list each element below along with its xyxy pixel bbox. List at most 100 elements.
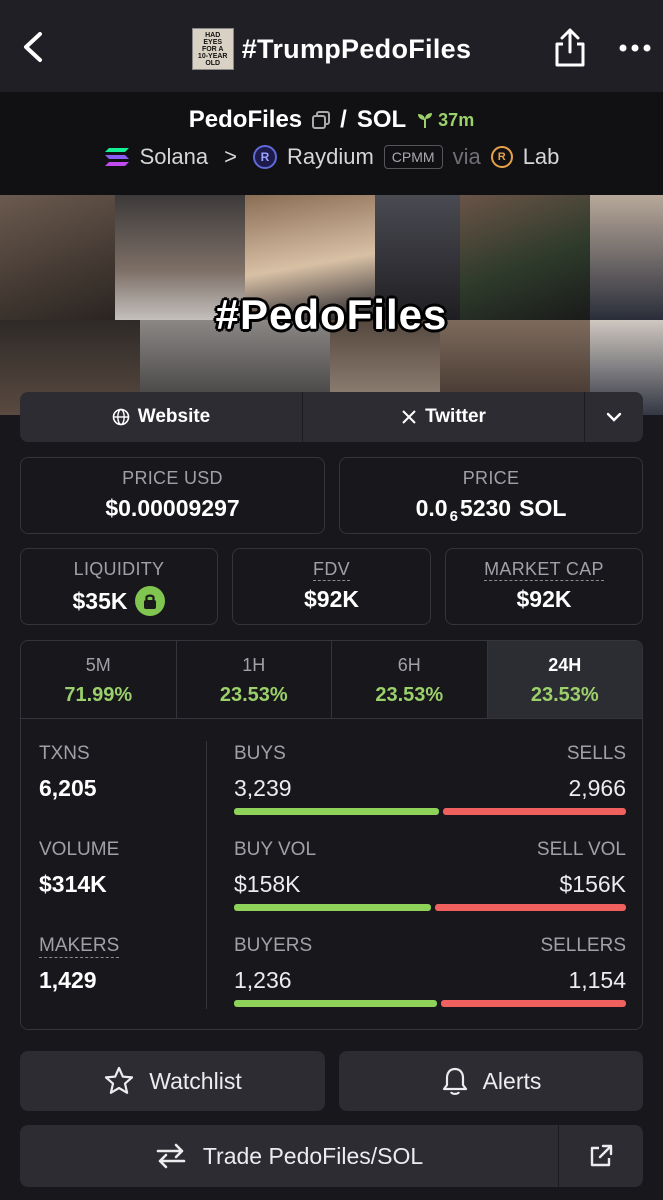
- tab-label: 1H: [242, 655, 266, 675]
- market-cap-label-wrap: MARKET CAP: [446, 559, 642, 581]
- pair-separator: /: [340, 106, 347, 133]
- tab-change: 23.53%: [219, 684, 288, 706]
- fdv-label[interactable]: FDV: [313, 559, 350, 581]
- copy-icon[interactable]: [312, 111, 331, 129]
- fdv-card: FDV $92K: [232, 548, 431, 625]
- buyers-label: BUYERS: [234, 935, 313, 956]
- alerts-button[interactable]: Alerts: [339, 1051, 643, 1111]
- makers-label[interactable]: MAKERS: [39, 935, 120, 958]
- makers-label-wrap: MAKERS: [39, 935, 120, 958]
- social-links-bar: Website Twitter: [20, 392, 643, 442]
- thumb-line-3: FOR A: [201, 45, 224, 53]
- token-banner-image: #PedoFiles: [0, 195, 663, 415]
- sellers-value: 1,154: [568, 967, 626, 993]
- pair-name-row: PedoFiles / SOL 37m: [0, 106, 663, 134]
- txns-row: TXNS 6,205 BUYS SELLS 3,239 2,966: [21, 719, 642, 815]
- price-usd-label: PRICE USD: [122, 468, 223, 488]
- market-cap-value: $92K: [516, 586, 572, 612]
- sell-bar-fill: [435, 904, 626, 911]
- tab-5m[interactable]: 5M 71.99%: [21, 641, 177, 718]
- sells-label: SELLS: [566, 743, 626, 764]
- tab-change: 23.53%: [375, 684, 444, 706]
- liquidity-value: $35K: [72, 587, 128, 614]
- sell-bar-fill: [442, 808, 626, 815]
- tab-24h[interactable]: 24H 23.53%: [487, 641, 642, 718]
- trade-button[interactable]: Trade PedoFiles/SOL: [20, 1125, 558, 1187]
- external-link-icon: [590, 1144, 613, 1167]
- twitter-button[interactable]: Twitter: [303, 392, 585, 442]
- more-links-button[interactable]: [585, 392, 643, 442]
- makers-row: MAKERS 1,429 BUYERS SELLERS 1,236 1,154: [21, 911, 642, 1007]
- sell-vol-label: SELL VOL: [536, 839, 626, 860]
- banner-caption: #PedoFiles: [215, 291, 448, 338]
- buy-vol-value: $158K: [234, 871, 301, 897]
- tab-label: 5M: [85, 655, 111, 675]
- buy-vol-label: BUY VOL: [234, 839, 317, 860]
- sellers-label: SELLERS: [540, 935, 626, 956]
- fdv-value: $92K: [304, 586, 359, 612]
- watchlist-button[interactable]: Watchlist: [20, 1051, 325, 1111]
- buyers-sellers-bar: [234, 1000, 626, 1007]
- chain-name[interactable]: Solana: [140, 144, 209, 170]
- buy-bar-fill: [234, 904, 432, 911]
- tab-label: 6H: [397, 655, 421, 675]
- website-label: Website: [137, 406, 211, 427]
- pair-meta-row: Solana > R Raydium CPMM via R Lab: [0, 144, 663, 170]
- solana-icon: [104, 148, 129, 166]
- buy-sell-bar: [234, 808, 626, 815]
- sprout-icon: [418, 113, 433, 128]
- base-token-name: PedoFiles: [188, 106, 303, 133]
- star-icon: [105, 1066, 134, 1094]
- txns-value: 6,205: [39, 775, 97, 801]
- liquidity-value-row: $35K: [21, 586, 217, 616]
- buy-bar-fill: [234, 1000, 437, 1007]
- pair-age-text: 37m: [438, 109, 475, 130]
- buy-bar-fill: [234, 808, 439, 815]
- buys-label: BUYS: [234, 743, 286, 764]
- launchpad-name[interactable]: Lab: [523, 144, 560, 170]
- trade-bar: Trade PedoFiles/SOL: [20, 1125, 643, 1187]
- external-trade-button[interactable]: [558, 1125, 643, 1187]
- tab-1h[interactable]: 1H 23.53%: [177, 641, 332, 718]
- fdv-label-wrap: FDV: [233, 559, 430, 581]
- stats-body: TXNS 6,205 BUYS SELLS 3,239 2,966 VOLUME…: [21, 719, 642, 1029]
- tab-6h[interactable]: 6H 23.53%: [332, 641, 488, 718]
- timeframe-tabs: 5M 71.99% 1H 23.53% 6H 23.53% 24H 23.53%: [21, 641, 642, 719]
- lock-icon[interactable]: [135, 586, 166, 616]
- price-unit: SOL: [519, 495, 567, 521]
- price-digits: 5230: [459, 495, 512, 521]
- top-bar: HAD EYES FOR A 10-YEAR OLD #TrumpPedoFil…: [0, 0, 663, 92]
- sells-value: 2,966: [568, 775, 626, 801]
- share-icon[interactable]: [552, 28, 588, 68]
- twitter-label: Twitter: [425, 406, 486, 427]
- volume-row: VOLUME $314K BUY VOL SELL VOL $158K $156…: [21, 815, 642, 911]
- breadcrumb-chevron: >: [224, 144, 237, 169]
- website-button[interactable]: Website: [20, 392, 303, 442]
- via-label: via: [452, 144, 481, 169]
- lab-icon: R: [490, 146, 513, 168]
- dex-name[interactable]: Raydium: [287, 144, 374, 170]
- chevron-down-icon: [606, 412, 622, 422]
- market-cap-label[interactable]: MARKET CAP: [484, 559, 604, 581]
- quote-token-name: SOL: [356, 106, 407, 133]
- page-title: #TrumpPedoFiles: [241, 33, 472, 64]
- alerts-label: Alerts: [482, 1067, 542, 1094]
- thumb-line-1: HAD: [205, 31, 221, 39]
- sell-vol-value: $156K: [559, 871, 626, 897]
- price-usd-card: PRICE USD $0.00009297: [20, 457, 325, 534]
- price-prefix: 0.0: [415, 495, 448, 521]
- raydium-icon: R: [252, 145, 277, 169]
- volume-value: $314K: [39, 871, 107, 897]
- buy-sell-volume-bar: [234, 904, 626, 911]
- liquidity-card: LIQUIDITY $35K: [20, 548, 218, 625]
- tab-change: 23.53%: [530, 684, 599, 706]
- txns-label: TXNS: [39, 743, 90, 764]
- bell-icon: [442, 1067, 467, 1095]
- more-options-icon[interactable]: [618, 38, 652, 58]
- price-native-card: PRICE 0.0 6 5230 SOL: [339, 457, 643, 534]
- globe-icon: [112, 408, 130, 426]
- token-thumbnail: HAD EYES FOR A 10-YEAR OLD: [191, 28, 234, 70]
- price-usd-value: $0.00009297: [105, 495, 240, 521]
- makers-value: 1,429: [39, 967, 97, 993]
- pool-type-badge: CPMM: [383, 145, 443, 169]
